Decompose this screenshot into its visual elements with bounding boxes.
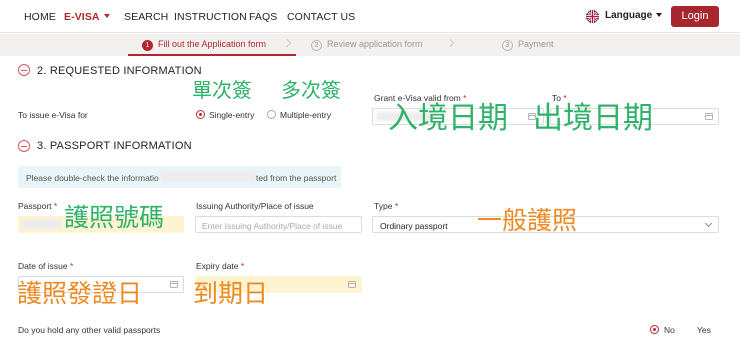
type-text: Type (374, 201, 393, 211)
annotation-expiry: 到期日 (193, 279, 269, 308)
nav-home[interactable]: HOME (24, 11, 56, 23)
multiple-entry-label[interactable]: Multiple-entry (280, 110, 331, 120)
uk-flag-icon (586, 10, 599, 23)
single-entry-radio[interactable] (196, 110, 205, 119)
step-number: 3 (502, 40, 513, 51)
multiple-entry-radio[interactable] (267, 110, 276, 119)
expiry-text: Expiry date (196, 261, 239, 271)
type-value: Ordinary passport (380, 221, 448, 231)
annotation-exit-date: 出境日期 (533, 101, 653, 136)
nav-instruction[interactable]: INSTRUCTION (174, 11, 247, 23)
other-passport-no-radio[interactable] (650, 325, 659, 334)
collapse-icon[interactable] (18, 64, 30, 76)
collapse-icon[interactable] (18, 140, 30, 152)
top-nav: HOME E-VISA SEARCH INSTRUCTION FAQS CONT… (0, 0, 740, 33)
required-mark: * (70, 261, 74, 271)
date-issue-label: Date of issue * (18, 261, 73, 271)
step-payment[interactable]: 3 Payment (502, 39, 554, 51)
calendar-icon[interactable] (348, 281, 356, 288)
other-passport-yes-label[interactable]: Yes (697, 325, 711, 335)
redacted-value (22, 219, 62, 229)
nav-search[interactable]: SEARCH (124, 11, 168, 23)
nav-evisa-label: E-VISA (64, 11, 100, 23)
nav-contact[interactable]: CONTACT US (287, 11, 355, 23)
required-mark: * (53, 201, 58, 211)
type-label: Type * (374, 201, 398, 211)
single-entry-label[interactable]: Single-entry (209, 110, 254, 120)
passport-text: Passport (18, 201, 52, 211)
authority-placeholder: Enter Issuing Authority/Place of issue (202, 221, 343, 231)
step-number: 1 (142, 40, 153, 51)
other-passport-question: Do you hold any other valid passports (18, 325, 161, 335)
step-review[interactable]: 2 Review application form (311, 39, 423, 51)
step-number: 2 (311, 40, 322, 51)
section-passport-info-title: 3. PASSPORT INFORMATION (37, 140, 192, 152)
section-requested-info-title: 2. REQUESTED INFORMATION (37, 65, 202, 77)
nav-faqs[interactable]: FAQS (249, 11, 277, 23)
notice-text-start: Please double-check the informatio (26, 173, 159, 183)
required-mark: * (394, 201, 399, 211)
other-passport-no-label[interactable]: No (664, 325, 675, 335)
nav-evisa[interactable]: E-VISA (64, 11, 110, 23)
chevron-right-icon (282, 38, 292, 48)
expiry-label: Expiry date * (196, 261, 244, 271)
chevron-down-icon (103, 14, 110, 18)
annotation-ordinary-passport: 一般護照 (477, 206, 578, 235)
annotation-single-entry: 單次簽 (192, 78, 252, 102)
step-label: Review application form (327, 39, 423, 49)
step-label: Fill out the Application form (158, 39, 267, 49)
step-label: Payment (518, 39, 554, 49)
annotation-issue-date: 護照發證日 (17, 279, 143, 308)
authority-label: Issuing Authority/Place of issue (196, 201, 314, 211)
date-issue-text: Date of issue (18, 261, 68, 271)
login-button[interactable]: Login (671, 6, 719, 27)
issue-evisa-label: To issue e-Visa for (18, 110, 88, 120)
step-fill-form[interactable]: 1 Fill out the Application form (142, 39, 266, 51)
language-selector[interactable]: Language (605, 10, 663, 21)
passport-label: Passport * (18, 201, 57, 211)
chevron-right-icon (445, 38, 455, 48)
annotation-entry-date: 入境日期 (388, 101, 508, 136)
progress-steps: 1 Fill out the Application form 2 Review a… (0, 34, 740, 56)
chevron-down-icon (656, 13, 663, 17)
notice-text-end: ted from the passport (256, 173, 337, 183)
active-step-indicator (128, 54, 296, 56)
required-mark: * (240, 261, 245, 271)
annotation-passport-number: 護照號碼 (64, 203, 165, 232)
redacted-value (160, 172, 256, 182)
annotation-multi-entry: 多次簽 (281, 78, 341, 102)
calendar-icon[interactable] (170, 281, 178, 288)
calendar-icon[interactable] (705, 113, 713, 120)
language-label: Language (605, 10, 653, 21)
